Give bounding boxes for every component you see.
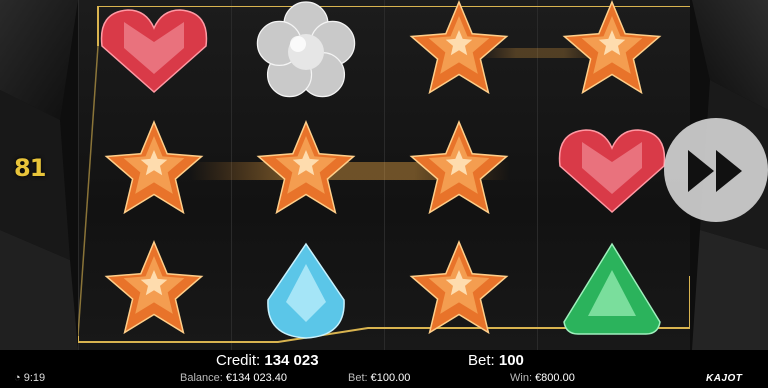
credit-label: Credit: (216, 352, 261, 369)
symbol-drop-blue (267, 242, 345, 339)
clock: ◔ 9:19 (14, 372, 45, 384)
symbol-star-orange (256, 120, 356, 215)
symbol-star-orange (104, 120, 204, 215)
bet-label: Bet: (468, 352, 495, 369)
symbol-heart-red (558, 129, 666, 214)
spin-button[interactable] (664, 118, 768, 222)
bet-display: Bet: 100 (468, 352, 524, 369)
balance-value: €134 023.40 (225, 372, 288, 384)
win-label: Win: (510, 372, 532, 384)
symbol-star-orange (409, 240, 509, 335)
win-value: €800.00 (535, 372, 575, 384)
clock-time: 9:19 (23, 372, 46, 384)
clock-icon: ◔ (14, 372, 21, 384)
balance-status: Balance: €134 023.40 (180, 372, 287, 384)
symbol-heart-red (100, 9, 208, 94)
symbol-star-orange (409, 0, 509, 95)
balance-label: Balance: (180, 372, 223, 384)
brand-logo: KAJOT (706, 373, 743, 384)
symbol-triangle-green (563, 242, 661, 335)
bet-value: 100 (498, 352, 524, 369)
fast-forward-icon (688, 150, 742, 192)
credit-value: 134 023 (264, 352, 319, 369)
symbol-flower-silver (256, 1, 356, 98)
lines-badge: 81 (14, 154, 46, 182)
symbols-layer (100, 0, 666, 339)
symbol-star-orange (562, 0, 662, 95)
symbol-star-orange (104, 240, 204, 335)
credit-display: Credit: 134 023 (216, 352, 319, 369)
win-status: Win: €800.00 (510, 372, 575, 384)
bet-status: Bet: €100.00 (348, 372, 410, 384)
bet-status-value: €100.00 (370, 372, 411, 384)
bet-status-label: Bet: (348, 372, 368, 384)
symbol-star-orange (409, 120, 509, 215)
